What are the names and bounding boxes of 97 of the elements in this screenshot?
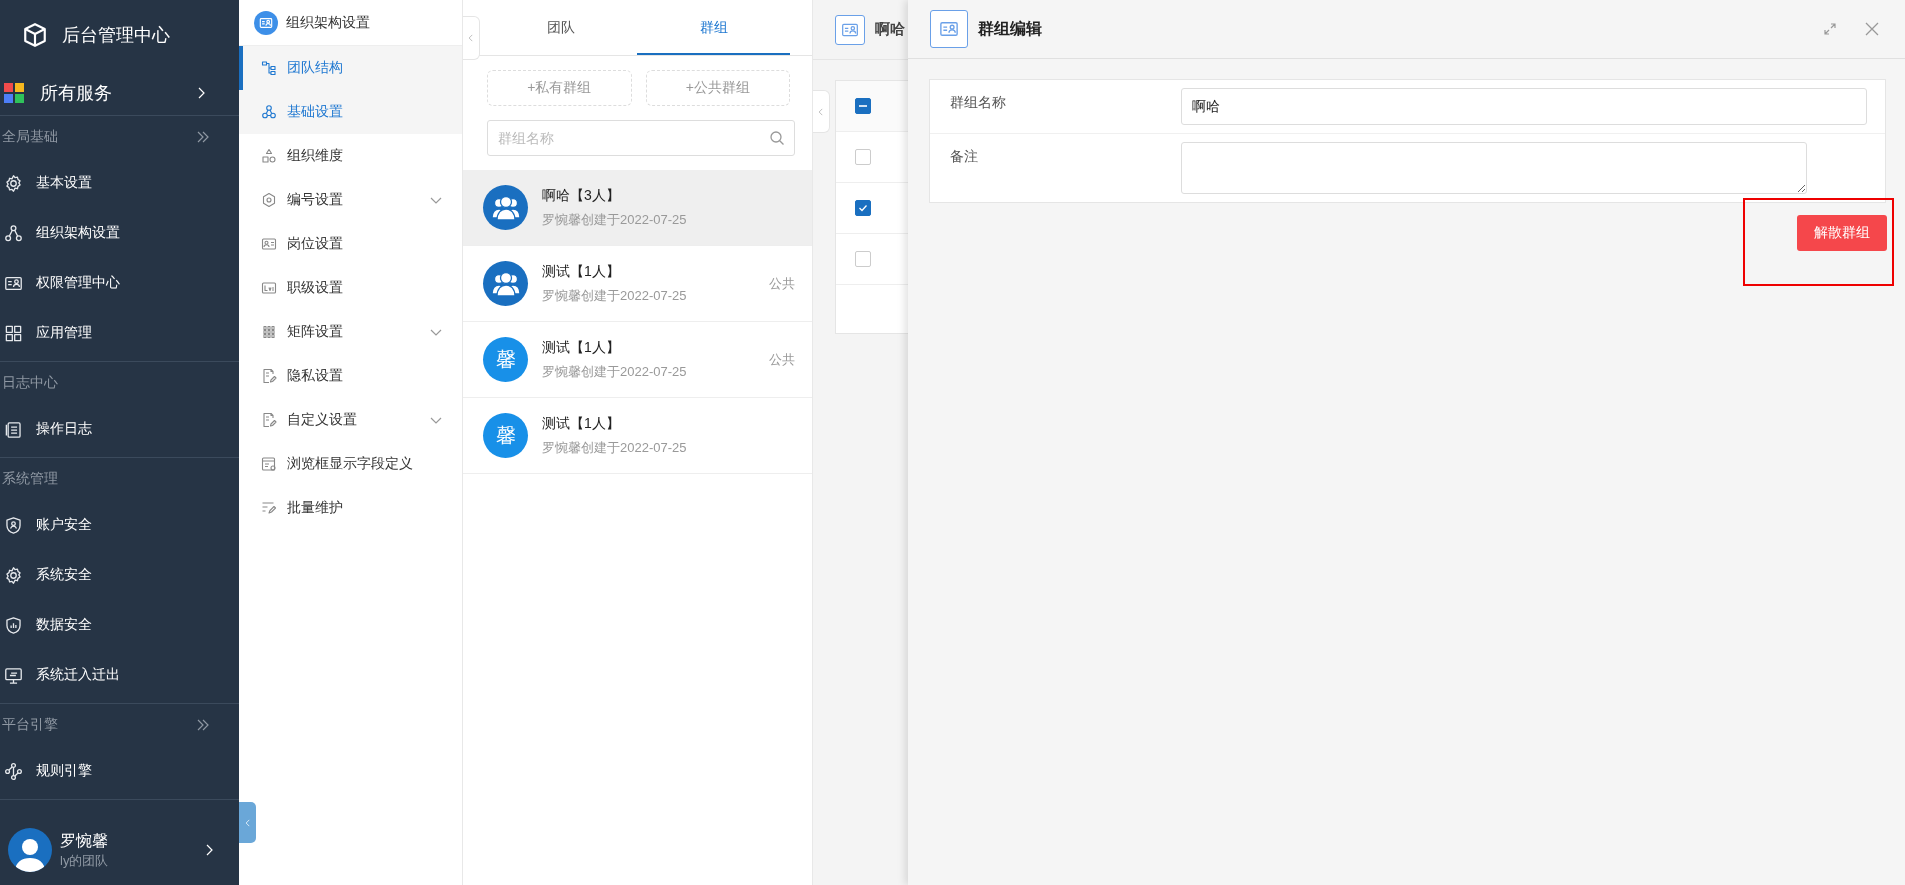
nav-item[interactable]: 系统迁入迁出 [0, 650, 239, 700]
group-meta: 罗惋馨创建于2022-07-25 [542, 438, 688, 457]
window-icon [261, 456, 277, 472]
shapes-icon [261, 148, 277, 164]
circles-icon [261, 104, 277, 120]
all-services-item[interactable]: 所有服务 [0, 70, 239, 116]
double-chevron-icon [195, 129, 211, 145]
grid-icon [4, 323, 23, 343]
group-name: 测试【1人】 [542, 262, 621, 281]
app-title: 后台管理中心 [62, 24, 170, 47]
menu-item[interactable]: 岗位设置 [239, 222, 462, 266]
group-avatar: 馨 [483, 413, 528, 458]
group-tag: 公共 [769, 274, 795, 293]
menu-item[interactable]: 批量维护 [239, 486, 462, 530]
list-edit-icon [261, 500, 277, 516]
panel-title: 组织架构设置 [286, 13, 370, 32]
group-title: 啊哈 [875, 20, 905, 39]
field-label: 群组名称 [950, 93, 1007, 112]
nav-item[interactable]: 基本设置 [0, 158, 239, 208]
shield-icon [4, 515, 23, 535]
menu-item[interactable]: 浏览框显示字段定义 [239, 442, 462, 486]
group-item[interactable]: 馨 测试【1人】 罗惋馨创建于2022-07-25 [463, 398, 812, 474]
avatar-icon[interactable] [8, 828, 52, 872]
shield-icon [4, 615, 23, 635]
check-icon [858, 203, 868, 213]
search-field[interactable]: 群组名称 [487, 120, 795, 156]
dissolve-button[interactable]: 解散群组 [1797, 215, 1887, 251]
nav-item[interactable]: 规则引擎 [0, 746, 239, 796]
group-item[interactable]: 测试【1人】 罗惋馨创建于2022-07-25 公共 [463, 246, 812, 322]
drawer-title: 群组编辑 [978, 18, 1043, 39]
document-edit-icon [261, 368, 277, 384]
menu-item[interactable]: 矩阵设置 [239, 310, 462, 354]
nav-item[interactable]: 操作日志 [0, 404, 239, 454]
people-icon [490, 270, 521, 297]
group-item[interactable]: 馨 测试【1人】 罗惋馨创建于2022-07-25 公共 [463, 322, 812, 398]
menu-item[interactable]: 基础设置 [239, 90, 462, 134]
people-icon [490, 194, 521, 221]
section-title: 平台引擎 [2, 716, 58, 734]
nav-item[interactable]: 数据安全 [0, 600, 239, 650]
monitor-icon [4, 665, 23, 685]
document-edit-icon [261, 412, 277, 428]
close-icon [1865, 22, 1879, 36]
level-card-icon [261, 280, 277, 296]
connected-nodes-icon [4, 761, 23, 781]
app-grid-icon [4, 82, 24, 103]
checkbox[interactable] [855, 98, 871, 114]
collapse-button[interactable] [463, 16, 480, 60]
org-chart-icon [4, 223, 23, 243]
nav-item[interactable]: 系统安全 [0, 550, 239, 600]
collapse-button[interactable] [239, 802, 256, 843]
section-title: 全局基础 [2, 128, 58, 146]
group-name: 啊哈【3人】 [542, 186, 621, 205]
dot-grid-icon [261, 324, 277, 340]
cube-icon [22, 22, 48, 48]
id-card-icon [261, 236, 277, 252]
nav-item[interactable]: 权限管理中心 [0, 258, 239, 308]
field-label: 备注 [950, 147, 979, 166]
permission-icon [835, 14, 865, 45]
menu-item[interactable]: 自定义设置 [239, 398, 462, 442]
group-item[interactable]: 啊哈【3人】 罗惋馨创建于2022-07-25 [463, 170, 812, 246]
permission-icon [254, 10, 278, 35]
input-field[interactable]: 啊哈 [1181, 88, 1867, 125]
menu-item[interactable]: 编号设置 [239, 178, 462, 222]
group-avatar: 馨 [483, 337, 528, 382]
permission-icon [930, 10, 968, 48]
checkbox[interactable] [855, 200, 871, 216]
tab[interactable]: 团队 [484, 0, 637, 55]
gear-icon [4, 565, 23, 585]
nav-item[interactable]: 账户安全 [0, 500, 239, 550]
nav-item[interactable]: 组织架构设置 [0, 208, 239, 258]
search-icon [769, 130, 785, 146]
double-chevron-icon [195, 717, 211, 733]
menu-item[interactable]: 组织维度 [239, 134, 462, 178]
group-meta: 罗惋馨创建于2022-07-25 [542, 286, 688, 305]
menu-item[interactable]: 隐私设置 [239, 354, 462, 398]
collapse-button[interactable] [813, 90, 830, 133]
group-meta: 罗惋馨创建于2022-07-25 [542, 210, 688, 229]
section-title: 日志中心 [2, 374, 58, 392]
group-name: 测试【1人】 [542, 338, 621, 357]
menu-item[interactable]: 团队结构 [239, 46, 462, 90]
tree-icon [261, 60, 277, 76]
section-title: 系统管理 [2, 470, 58, 488]
nav-item[interactable]: 应用管理 [0, 308, 239, 358]
chevron-icon [816, 106, 826, 117]
menu-item[interactable]: 职级设置 [239, 266, 462, 310]
text-area[interactable] [1181, 142, 1807, 194]
tab[interactable]: 群组 [637, 0, 790, 55]
gear-icon [4, 173, 23, 193]
team-name: ly的团队 [60, 851, 110, 870]
group-name: 测试【1人】 [542, 414, 621, 433]
user-name: 罗惋馨 [60, 830, 109, 851]
group-meta: 罗惋馨创建于2022-07-25 [542, 362, 688, 381]
chevron-icon [466, 33, 476, 43]
document-icon [4, 419, 23, 439]
hexagon-icon [261, 192, 277, 208]
expand-icon [1823, 22, 1837, 36]
group-tag: 公共 [769, 350, 795, 369]
